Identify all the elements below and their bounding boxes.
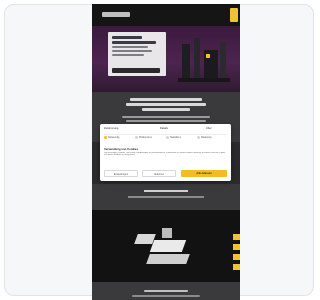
option-marketing[interactable]: Marketing (197, 136, 212, 139)
cookie-tabs: Zustimmung Details Über (104, 127, 226, 131)
hero-cta-button[interactable] (112, 68, 160, 73)
divider (104, 134, 226, 135)
footer-section (92, 282, 240, 300)
hero-machine-image (178, 38, 230, 82)
option-preferences[interactable]: Präferenzen (135, 136, 152, 139)
cookie-heading: Verwendung von Cookies (104, 147, 139, 151)
hero-section (92, 26, 240, 92)
product-showcase (92, 210, 240, 282)
cookie-category-options: Notwendig Präferenzen Statistiken Market… (104, 136, 226, 146)
tab-details[interactable]: Details (160, 127, 168, 130)
top-navigation (92, 4, 240, 26)
option-necessary[interactable]: Notwendig (104, 136, 119, 139)
side-action-tabs[interactable] (233, 234, 240, 274)
cookie-description: Wir verwenden Cookies, um Inhalte und An… (104, 152, 226, 157)
option-statistics[interactable]: Statistiken (166, 136, 181, 139)
content-section (92, 184, 240, 210)
tab-consent[interactable]: Zustimmung (104, 127, 118, 130)
hamburger-menu-icon[interactable] (230, 8, 238, 22)
decline-button[interactable]: Ablehnen (142, 170, 176, 177)
settings-button[interactable]: Einstellungen (104, 170, 138, 177)
accept-all-button[interactable]: Alle zulassen (181, 170, 227, 177)
tab-about[interactable]: Über (206, 127, 212, 130)
site-logo[interactable] (102, 12, 130, 17)
cookie-consent-dialog: Zustimmung Details Über Notwendig Präfer… (100, 124, 231, 181)
